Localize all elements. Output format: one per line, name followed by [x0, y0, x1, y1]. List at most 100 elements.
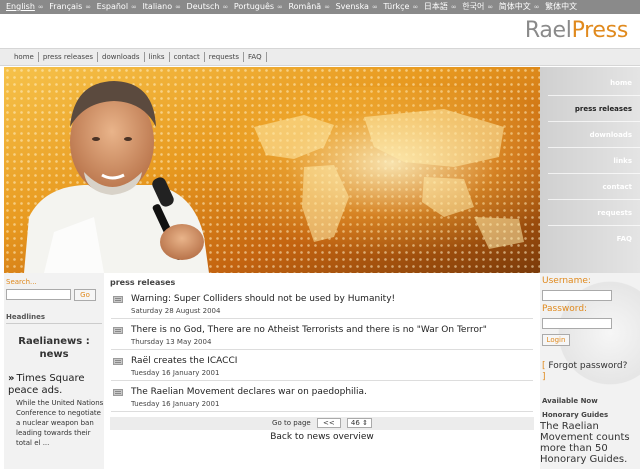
logo-part-rael: Rael — [524, 18, 572, 43]
lang-separator: ∞ — [222, 3, 229, 11]
lang-turkish[interactable]: Türkçe — [383, 0, 409, 14]
honorary-guides-text: The Raelian Movement counts more than 50… — [540, 421, 630, 465]
article-icon — [113, 389, 123, 396]
article-row[interactable]: Warning: Super Colliders should not be u… — [111, 293, 533, 319]
sidenav-divider — [548, 147, 640, 148]
logo-part-press: Press — [571, 18, 629, 43]
lang-separator: ∞ — [487, 3, 494, 11]
article-title[interactable]: Raël creates the ICACCI — [131, 356, 237, 366]
sidenav-downloads[interactable]: downloads — [590, 131, 632, 139]
lang-separator: ∞ — [37, 3, 44, 11]
press-releases-heading: press releases — [110, 278, 176, 287]
password-label: Password: — [542, 304, 588, 314]
language-bar: English ∞ Français ∞ Español ∞ Italiano ∞ De… — [0, 0, 640, 14]
site-logo[interactable]: RaelPress — [525, 18, 628, 43]
lang-separator: ∞ — [450, 3, 457, 11]
pagination: Go to page << 46 ⇕ — [110, 417, 534, 430]
search-input[interactable] — [6, 289, 71, 300]
lang-german[interactable]: Deutsch — [187, 0, 220, 14]
sidenav-faq[interactable]: FAQ — [617, 235, 632, 243]
lang-separator: ∞ — [85, 3, 92, 11]
sidenav-divider — [548, 199, 640, 200]
news-item-marker: » — [8, 373, 15, 384]
nav-faq[interactable]: FAQ — [244, 52, 267, 62]
lang-italian[interactable]: Italiano — [142, 0, 172, 14]
article-icon — [113, 296, 123, 303]
lang-swedish[interactable]: Svenska — [336, 0, 369, 14]
article-date: Thursday 13 May 2004 — [131, 338, 212, 346]
lang-spanish[interactable]: Español — [97, 0, 128, 14]
lang-romanian[interactable]: Română — [288, 0, 321, 14]
lang-separator: ∞ — [371, 3, 378, 11]
nav-press-releases[interactable]: press releases — [39, 52, 99, 62]
sidenav-divider — [548, 121, 640, 122]
main-content: press releases Warning: Super Colliders … — [106, 273, 538, 469]
lang-separator: ∞ — [277, 3, 283, 11]
lang-separator: ∞ — [131, 3, 137, 11]
nav-contact[interactable]: contact — [170, 52, 205, 62]
article-title[interactable]: There is no God, There are no Atheist Te… — [131, 325, 487, 335]
pager-prev-button[interactable]: << — [316, 418, 341, 428]
lang-separator: ∞ — [175, 3, 181, 11]
presenter-photo — [24, 81, 209, 273]
lang-separator: ∞ — [533, 3, 540, 11]
sidenav-requests[interactable]: requests — [597, 209, 632, 217]
lang-english[interactable]: English — [6, 0, 35, 14]
side-nav: home press releases downloads links cont… — [540, 67, 640, 273]
article-icon — [113, 327, 123, 334]
hero-banner — [4, 67, 540, 273]
forgot-bracket-close: ] — [542, 372, 546, 382]
site-header: RaelPress — [0, 14, 640, 48]
page-select[interactable]: 46 ⇕ — [346, 418, 372, 428]
sidenav-divider — [548, 225, 640, 226]
search-go-button[interactable]: Go — [74, 289, 96, 301]
article-row[interactable]: The Raelian Movement declares war on pae… — [111, 386, 533, 412]
article-date: Tuesday 16 January 2001 — [131, 369, 220, 377]
back-to-news-link[interactable]: Back to news overview — [106, 432, 538, 442]
lang-korean[interactable]: 한국어 — [462, 0, 484, 14]
forgot-password-text[interactable]: Forgot password? — [546, 361, 627, 371]
article-title[interactable]: The Raelian Movement declares war on pae… — [131, 387, 367, 397]
sidenav-contact[interactable]: contact — [602, 183, 632, 191]
username-label: Username: — [542, 276, 591, 286]
article-date: Saturday 28 August 2004 — [131, 307, 221, 315]
lang-french[interactable]: Français — [49, 0, 82, 14]
news-item-title-text[interactable]: Times Square peace ads. — [8, 373, 85, 396]
lang-separator: ∞ — [324, 3, 331, 11]
article-icon — [113, 358, 123, 365]
username-field[interactable] — [542, 290, 612, 301]
lang-japanese[interactable]: 日本語 — [424, 0, 448, 14]
article-row[interactable]: There is no God, There are no Atheist Te… — [111, 324, 533, 350]
chevron-updown-icon: ⇕ — [362, 419, 368, 427]
nav-links[interactable]: links — [145, 52, 170, 62]
raelianews-title: Raelianews : news — [18, 336, 90, 360]
pager-label: Go to page — [272, 419, 311, 427]
search-label: Search... — [6, 278, 37, 286]
left-column: Search... Go Headlines Raelianews : news… — [4, 273, 104, 469]
password-field[interactable] — [542, 318, 612, 329]
news-item-summary: While the United Nations Conference to n… — [16, 399, 104, 447]
nav-requests[interactable]: requests — [205, 52, 245, 62]
right-column: Username: Password: Login [ Forgot passw… — [540, 273, 640, 469]
available-now-label: Available Now — [542, 397, 598, 405]
login-button[interactable]: Login — [542, 334, 570, 346]
sidenav-divider — [548, 95, 640, 96]
headlines-heading: Headlines — [6, 313, 102, 324]
lang-portuguese[interactable]: Português — [234, 0, 274, 14]
page-select-value: 46 — [350, 419, 360, 427]
honorary-guides-heading: Honorary Guides — [542, 411, 609, 419]
lang-traditional-chinese[interactable]: 繁体中文 — [545, 0, 577, 14]
article-title[interactable]: Warning: Super Colliders should not be u… — [131, 294, 395, 304]
lang-separator: ∞ — [412, 3, 419, 11]
sidenav-divider — [548, 173, 640, 174]
lang-simplified-chinese[interactable]: 简体中文 — [499, 0, 531, 14]
nav-downloads[interactable]: downloads — [98, 52, 145, 62]
sidenav-links[interactable]: links — [613, 157, 632, 165]
news-item-title[interactable]: » Times Square peace ads. — [8, 373, 102, 397]
sidenav-press-releases[interactable]: press releases — [575, 105, 632, 113]
nav-home[interactable]: home — [10, 52, 39, 62]
forgot-password-link[interactable]: [ Forgot password? ] — [542, 361, 640, 383]
sidenav-home[interactable]: home — [610, 79, 632, 87]
article-row[interactable]: Raël creates the ICACCI Tuesday 16 Janua… — [111, 355, 533, 381]
article-date: Tuesday 16 January 2001 — [131, 400, 220, 408]
